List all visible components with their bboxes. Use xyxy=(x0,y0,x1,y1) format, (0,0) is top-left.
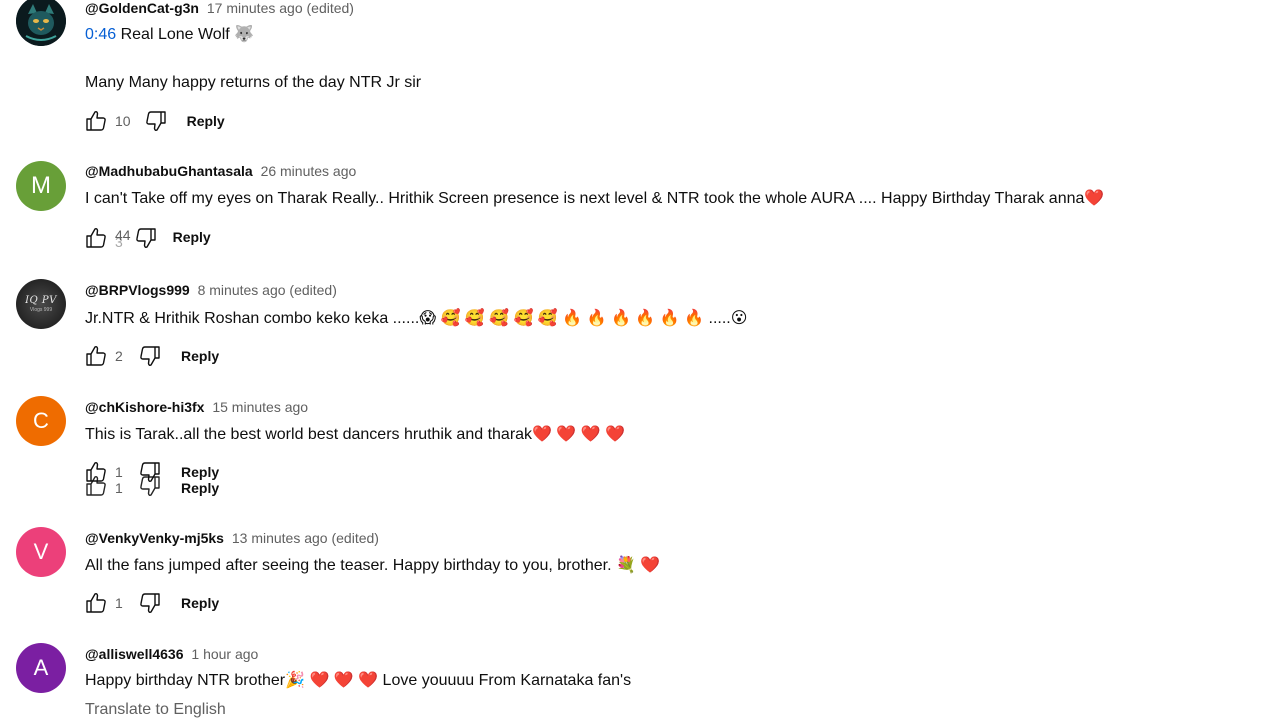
avatar[interactable]: IQ PV Vlogs 999 xyxy=(16,279,66,329)
comment-actions: 2 Reply xyxy=(83,344,219,368)
reply-button[interactable]: Reply xyxy=(173,229,211,245)
avatar-letter: A xyxy=(33,655,49,680)
avatar[interactable]: C xyxy=(16,396,66,446)
dislike-button[interactable] xyxy=(137,344,163,368)
comment-time[interactable]: 8 minutes ago (edited) xyxy=(198,282,337,298)
comment-time[interactable]: 26 minutes ago xyxy=(261,163,357,179)
avatar-logo-sub: Vlogs 999 xyxy=(29,306,53,313)
like-button[interactable] xyxy=(83,226,109,250)
avatar[interactable]: M xyxy=(16,161,66,211)
comment-author[interactable]: @MadhubabuGhantasala xyxy=(85,163,253,179)
comment-author[interactable]: @BRPVlogs999 xyxy=(85,282,190,298)
comment-actions: 1 1 Reply Reply xyxy=(83,460,219,496)
comment-actions: 1 Reply xyxy=(83,591,219,615)
comment-text: 0:46 Real Lone Wolf 🐺 xyxy=(85,24,254,46)
comment-time[interactable]: 15 minutes ago xyxy=(212,399,308,415)
reply-button[interactable]: Reply xyxy=(187,113,225,129)
thumbs-up-icon xyxy=(86,593,106,613)
reply-button[interactable]: Reply xyxy=(181,595,219,611)
comment-time[interactable]: 13 minutes ago (edited) xyxy=(232,530,379,546)
thumbs-down-icon xyxy=(145,111,166,131)
comment-text: Jr.NTR & Hrithik Roshan combo keko keka … xyxy=(85,310,748,327)
dislike-button[interactable] xyxy=(137,591,163,615)
comment-author[interactable]: @VenkyVenky-mj5ks xyxy=(85,530,224,546)
thumbs-up-icon xyxy=(86,228,106,248)
timestamp-link[interactable]: 0:46 xyxy=(85,26,116,43)
like-count: 10 xyxy=(115,113,131,129)
reply-button[interactable]: Reply xyxy=(181,348,219,364)
comment-time[interactable]: 1 hour ago xyxy=(191,646,258,662)
thumbs-up-icon xyxy=(86,476,106,496)
comment-time[interactable]: 17 minutes ago (edited) xyxy=(207,0,354,16)
avatar-letter: V xyxy=(33,539,49,564)
comment-actions: 44 3 Reply xyxy=(83,226,211,250)
like-button[interactable] xyxy=(83,109,109,133)
like-count-ghost: 3 xyxy=(115,234,123,250)
dislike-button[interactable] xyxy=(143,109,169,133)
cat-avatar-image xyxy=(16,0,66,46)
comment-actions: 10 Reply xyxy=(83,109,225,133)
thumbs-down-icon xyxy=(140,593,160,613)
avatar-letter: M xyxy=(31,172,51,199)
like-button[interactable] xyxy=(83,344,109,368)
like-button[interactable] xyxy=(83,591,109,615)
avatar-logo: IQ PV xyxy=(25,294,57,306)
comment-text: I can't Take off my eyes on Tharak Reall… xyxy=(85,190,1105,207)
translate-link[interactable]: Translate to English xyxy=(85,699,226,720)
like-count: 1 xyxy=(115,595,123,611)
thumbs-down-icon xyxy=(140,476,160,496)
reply-button[interactable]: Reply Reply xyxy=(181,464,219,496)
comment-author[interactable]: @GoldenCat-g3n xyxy=(85,0,199,16)
thumbs-up-icon xyxy=(86,111,106,131)
avatar[interactable]: A xyxy=(16,643,66,693)
avatar-letter: C xyxy=(33,408,49,433)
comment-text: All the fans jumped after seeing the tea… xyxy=(85,557,661,574)
comment-author[interactable]: @chKishore-hi3fx xyxy=(85,399,204,415)
like-button[interactable] xyxy=(83,460,109,496)
dislike-button[interactable] xyxy=(133,226,159,250)
avatar[interactable] xyxy=(16,0,66,46)
like-count: 1 1 xyxy=(115,464,123,496)
thumbs-up-icon xyxy=(86,346,106,366)
comment-author[interactable]: @alliswell4636 xyxy=(85,646,184,662)
avatar[interactable]: V xyxy=(16,527,66,577)
dislike-button[interactable] xyxy=(137,460,163,496)
comments-section: @GoldenCat-g3n 17 minutes ago (edited) 0… xyxy=(0,0,1280,720)
like-count: 2 xyxy=(115,348,123,364)
comment-text: This is Tarak..all the best world best d… xyxy=(85,426,626,443)
thumbs-down-icon xyxy=(135,228,156,248)
comment-text: Happy birthday NTR brother🎉 ❤️ ❤️ ❤️ Lov… xyxy=(85,672,632,689)
like-count: 44 3 xyxy=(115,227,131,250)
comment-text-line: Many Many happy returns of the day NTR J… xyxy=(85,74,422,91)
comment-text-line: Real Lone Wolf 🐺 xyxy=(120,26,255,43)
thumbs-down-icon xyxy=(140,346,160,366)
